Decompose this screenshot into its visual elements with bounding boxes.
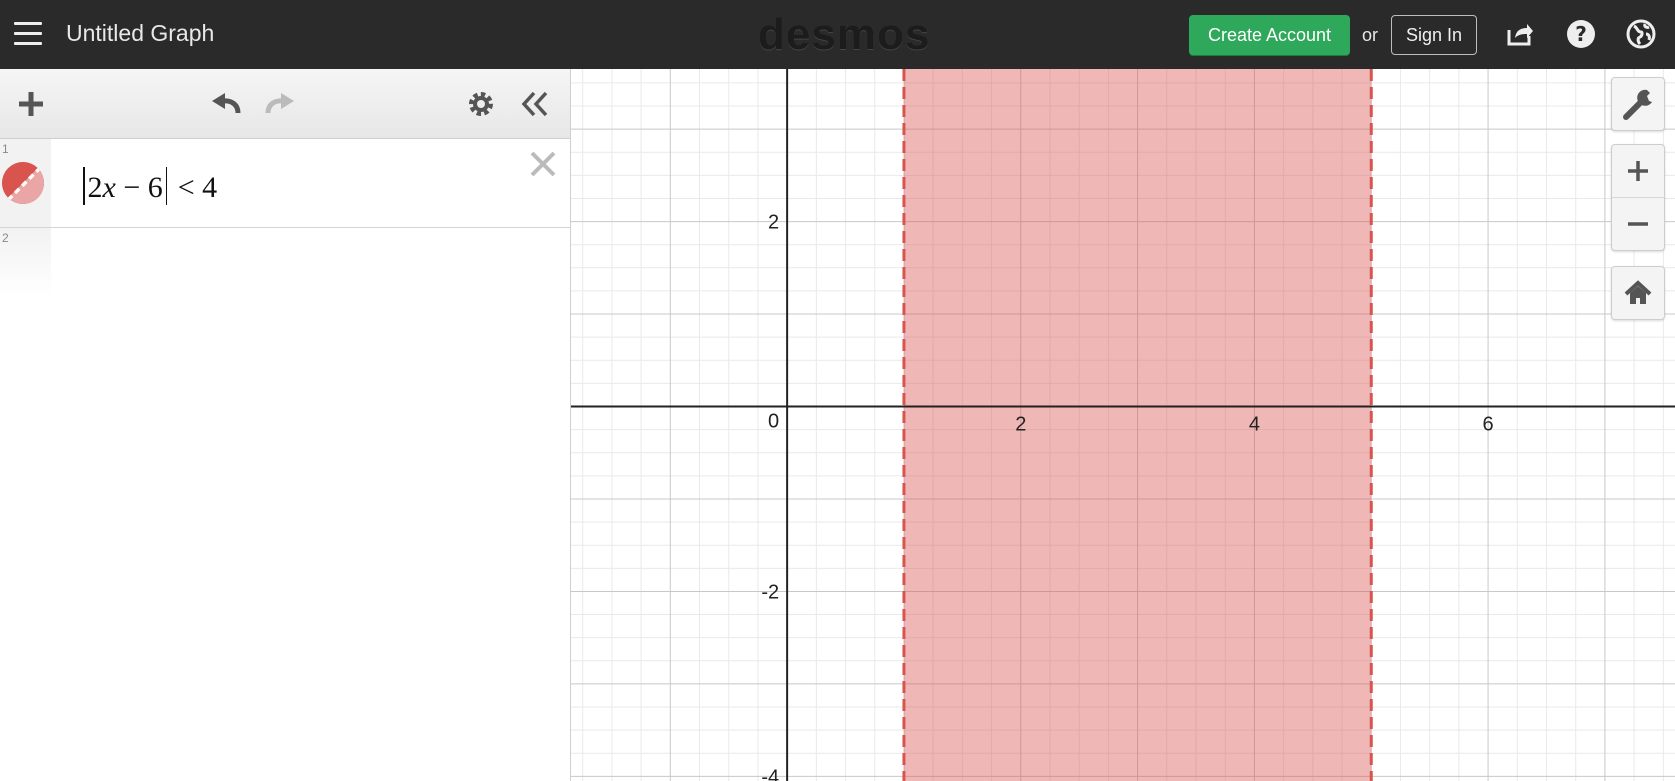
zoom-control-group xyxy=(1611,144,1665,251)
expression-math[interactable]: 2x − 6 < 4 xyxy=(80,167,217,205)
y-tick-label: 2 xyxy=(768,212,779,234)
x-tick-label: 2 xyxy=(1015,414,1026,436)
y-tick-label: -2 xyxy=(761,581,779,603)
x-tick-label: 6 xyxy=(1483,414,1494,436)
expression-row[interactable]: 1 2x − 6 < 4 xyxy=(0,139,570,228)
svg-text:?: ? xyxy=(1575,22,1587,46)
expression-gutter: 2 xyxy=(0,228,51,300)
language-globe-icon[interactable] xyxy=(1625,18,1657,50)
origin-label: 0 xyxy=(768,411,779,433)
expression-panel: 1 2x − 6 < 4 2 xyxy=(0,69,571,781)
color-swatch-icon[interactable] xyxy=(2,162,44,204)
create-account-button[interactable]: Create Account xyxy=(1189,15,1350,55)
or-label: or xyxy=(1362,25,1379,45)
expression-row-empty[interactable]: 2 xyxy=(0,228,570,300)
help-icon[interactable]: ? xyxy=(1565,18,1597,50)
zoom-in-icon[interactable] xyxy=(1612,145,1664,198)
graph-canvas[interactable]: 2 4 6 2 -2 -4 0 xyxy=(571,69,1675,781)
sign-in-button[interactable]: Sign In xyxy=(1391,15,1477,55)
home-icon[interactable] xyxy=(1612,267,1664,319)
expression-index: 1 xyxy=(2,142,9,156)
expression-gutter: 1 xyxy=(0,139,51,227)
graph-svg[interactable]: 2 4 6 2 -2 -4 0 xyxy=(571,69,1675,781)
expression-toolbar xyxy=(0,69,570,139)
graph-settings-group xyxy=(1611,77,1665,131)
home-control-group xyxy=(1611,266,1665,320)
graph-title[interactable]: Untitled Graph xyxy=(66,20,214,47)
settings-gear-icon[interactable] xyxy=(464,87,498,121)
collapse-panel-icon[interactable] xyxy=(518,87,552,121)
y-tick-label: -4 xyxy=(761,766,779,781)
inequality-shaded-region xyxy=(903,69,1372,781)
hamburger-menu-icon[interactable] xyxy=(14,22,42,46)
x-tick-label: 4 xyxy=(1249,414,1260,436)
wrench-settings-icon[interactable] xyxy=(1612,78,1664,130)
undo-icon[interactable] xyxy=(208,87,242,121)
share-icon[interactable] xyxy=(1503,18,1535,50)
desmos-logo: desmos xyxy=(758,10,931,59)
top-header: Untitled Graph desmos Create Account or … xyxy=(0,0,1675,69)
add-icon[interactable] xyxy=(14,87,48,121)
expression-index: 2 xyxy=(2,231,9,245)
redo-icon[interactable] xyxy=(262,87,296,121)
zoom-out-icon[interactable] xyxy=(1612,198,1664,250)
delete-expression-icon[interactable] xyxy=(528,149,558,179)
